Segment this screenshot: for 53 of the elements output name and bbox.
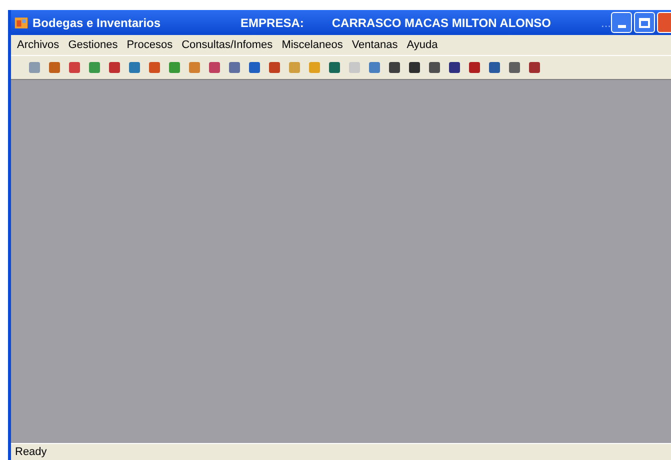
close-button[interactable] xyxy=(657,12,671,33)
square-icon xyxy=(188,61,201,74)
square-icon xyxy=(448,61,461,74)
window-title: Bodegas e Inventarios xyxy=(32,14,162,32)
square-icon xyxy=(228,61,241,74)
toolbar-button[interactable] xyxy=(247,60,262,75)
square-icon xyxy=(308,61,321,74)
square-icon xyxy=(108,61,121,74)
menu-item[interactable]: Archivos xyxy=(17,36,60,54)
square-icon xyxy=(248,61,261,74)
toolbar-button[interactable] xyxy=(487,60,502,75)
toolbar-button[interactable] xyxy=(527,60,542,75)
toolbar-button[interactable] xyxy=(427,60,442,75)
toolbar-button[interactable] xyxy=(107,60,122,75)
square-icon xyxy=(428,61,441,74)
toolbar-button[interactable] xyxy=(507,60,522,75)
minimize-button[interactable] xyxy=(611,12,632,33)
square-icon xyxy=(468,61,481,74)
square-icon xyxy=(408,61,421,74)
square-icon xyxy=(28,61,41,74)
menu-item[interactable]: Consultas/Infomes xyxy=(182,36,273,54)
menu-item[interactable]: Ayuda xyxy=(406,36,438,54)
square-icon xyxy=(268,61,281,74)
toolbar-button[interactable] xyxy=(407,60,422,75)
square-icon xyxy=(508,61,521,74)
menu-item[interactable]: Gestiones xyxy=(68,36,118,54)
menu-item[interactable]: Ventanas xyxy=(352,36,398,54)
toolbar-button[interactable] xyxy=(327,60,342,75)
square-icon xyxy=(168,61,181,74)
square-icon xyxy=(368,61,381,74)
company-name: CARRASCO MACAS MILTON ALONSO xyxy=(332,14,551,32)
square-icon xyxy=(48,61,61,74)
status-text: Ready xyxy=(15,444,47,460)
toolbar-button[interactable] xyxy=(387,60,402,75)
square-icon xyxy=(348,61,361,74)
square-icon xyxy=(328,61,341,74)
title-overflow: ... xyxy=(600,14,611,32)
menu-item[interactable]: Miscelaneos xyxy=(282,36,343,54)
square-icon xyxy=(128,61,141,74)
company-label: EMPRESA: xyxy=(240,14,304,32)
square-icon xyxy=(68,61,81,74)
square-icon xyxy=(148,61,161,74)
square-icon xyxy=(88,61,101,74)
square-icon xyxy=(528,61,541,74)
square-icon xyxy=(208,61,221,74)
app-icon xyxy=(14,14,28,30)
toolbar-button[interactable] xyxy=(447,60,462,75)
square-icon xyxy=(488,61,501,74)
square-icon xyxy=(288,61,301,74)
maximize-button[interactable] xyxy=(634,12,655,33)
menu-item[interactable]: Procesos xyxy=(126,36,173,54)
toolbar-button[interactable] xyxy=(467,60,482,75)
square-icon xyxy=(388,61,401,74)
